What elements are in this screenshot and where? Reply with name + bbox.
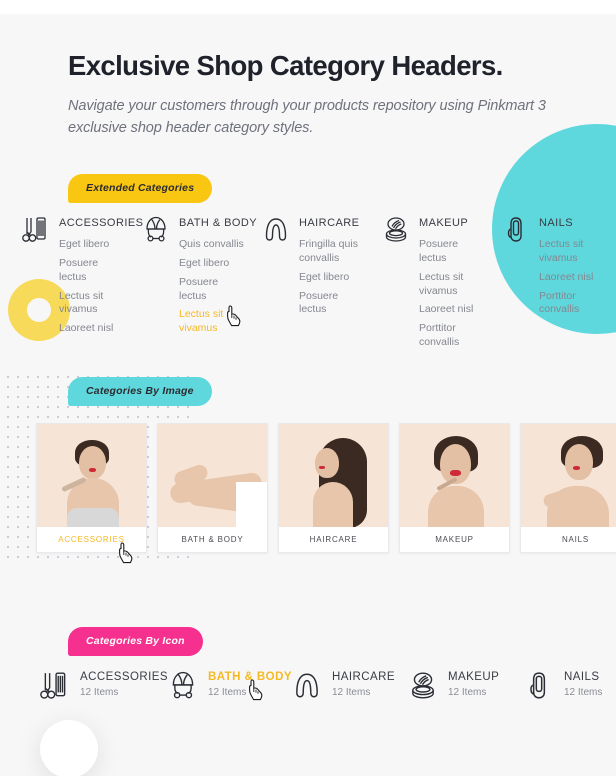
icon-item-count: 12 Items <box>564 687 603 698</box>
icon-item-bath-body[interactable]: BATH & BODY 12 Items <box>168 669 292 725</box>
list-item[interactable]: Eget libero <box>179 257 245 271</box>
icon-item-count: 12 Items <box>447 687 487 698</box>
extended-column-body: NAILS Lectus sit vivamus Laoreet nisl Po… <box>532 214 605 322</box>
category-thumbnail-bath-body <box>158 424 267 527</box>
white-circle-decoration <box>40 720 98 776</box>
image-card-label[interactable]: HAIRCARE <box>279 527 388 552</box>
category-title[interactable]: HAIRCARE <box>299 214 365 229</box>
cursor-extended-bath-body <box>227 305 241 327</box>
icon-item-title[interactable]: ACCESSORIES <box>80 671 168 683</box>
category-thumbnail-makeup <box>400 424 509 527</box>
image-card-makeup[interactable]: MAKEUP <box>399 423 510 553</box>
badge-categories-by-icon: Categories By Icon <box>68 627 203 656</box>
list-item[interactable]: Posuere lectus <box>299 290 365 318</box>
category-item-list: Posuere lectus Lectus sit vivamus Laoree… <box>419 238 485 350</box>
page-header: Exclusive Shop Category Headers. Navigat… <box>68 50 588 139</box>
category-title[interactable]: BATH & BODY <box>179 214 257 229</box>
page-root: Exclusive Shop Category Headers. Navigat… <box>0 0 616 776</box>
category-thumbnail-accessories <box>37 424 146 527</box>
wig-icon <box>292 669 326 708</box>
category-title[interactable]: NAILS <box>539 214 605 229</box>
list-item[interactable]: Eget libero <box>59 238 125 252</box>
extended-column-makeup: MAKEUP Posuere lectus Lectus sit vivamus… <box>382 214 502 348</box>
extended-column-bath-body: BATH & BODY Quis convallis Eget libero P… <box>142 214 262 344</box>
list-item[interactable]: Lectus sit vivamus <box>59 290 125 318</box>
scissors-comb-icon <box>40 669 74 708</box>
fingernail-icon <box>502 214 532 245</box>
icon-item-body: HAIRCARE 12 Items <box>326 669 395 698</box>
icon-item-nails[interactable]: NAILS 12 Items <box>524 669 616 725</box>
icon-item-count: 12 Items <box>80 687 119 698</box>
categories-by-image-section: ACCESSORIES BATH & BODY HAIRCARE MAKEUP … <box>36 423 616 553</box>
icon-item-title[interactable]: HAIRCARE <box>332 671 395 683</box>
icon-item-body: BATH & BODY 12 Items <box>202 669 292 698</box>
list-item[interactable]: Posuere lectus <box>59 257 125 285</box>
category-item-list: Eget libero Posuere lectus Lectus sit vi… <box>59 238 143 336</box>
category-title[interactable]: MAKEUP <box>419 214 485 229</box>
scissors-comb-icon <box>22 214 52 245</box>
icon-item-haircare[interactable]: HAIRCARE 12 Items <box>292 669 408 725</box>
icon-item-title[interactable]: NAILS <box>564 671 602 683</box>
category-thumbnail-haircare <box>279 424 388 527</box>
icon-item-body: ACCESSORIES 12 Items <box>74 669 168 698</box>
icon-item-body: MAKEUP 12 Items <box>442 669 499 698</box>
image-card-label[interactable]: BATH & BODY <box>158 527 267 552</box>
extended-column-body: MAKEUP Posuere lectus Lectus sit vivamus… <box>412 214 485 355</box>
extended-column-body: BATH & BODY Quis convallis Eget libero P… <box>172 214 257 341</box>
extended-column-accessories: ACCESSORIES Eget libero Posuere lectus L… <box>22 214 143 344</box>
page-title: Exclusive Shop Category Headers. <box>68 50 503 81</box>
extended-column-nails: NAILS Lectus sit vivamus Laoreet nisl Po… <box>502 214 616 344</box>
categories-by-icon-section: ACCESSORIES 12 Items BATH & BODY 12 Item… <box>40 669 616 725</box>
cursor-image-accessories <box>119 542 133 564</box>
list-item[interactable]: Lectus sit vivamus <box>419 271 485 299</box>
cursor-icon-bath-body <box>249 679 263 701</box>
image-card-accessories[interactable]: ACCESSORIES <box>36 423 147 553</box>
list-item[interactable]: Fringilla quis convallis <box>299 238 365 266</box>
extended-column-body: HAIRCARE Fringilla quis convallis Eget l… <box>292 214 365 322</box>
image-card-haircare[interactable]: HAIRCARE <box>278 423 389 553</box>
image-card-label[interactable]: NAILS <box>521 527 616 552</box>
list-item[interactable]: Laoreet nisl <box>419 303 485 317</box>
powder-compact-icon <box>382 214 412 245</box>
icon-item-count: 12 Items <box>331 687 371 698</box>
list-item[interactable]: Porttitor convallis <box>539 290 605 318</box>
list-item[interactable]: Eget libero <box>299 271 365 285</box>
category-item-list: Lectus sit vivamus Laoreet nisl Porttito… <box>539 238 605 317</box>
extended-column-body: ACCESSORIES Eget libero Posuere lectus L… <box>52 214 143 341</box>
icon-item-title[interactable]: MAKEUP <box>448 671 499 683</box>
category-title[interactable]: ACCESSORIES <box>59 214 143 229</box>
shower-cap-icon <box>142 214 172 245</box>
powder-compact-icon <box>408 669 442 708</box>
page-canvas: Exclusive Shop Category Headers. Navigat… <box>0 14 616 776</box>
list-item[interactable]: Porttitor convallis <box>419 322 485 350</box>
image-card-nails[interactable]: NAILS <box>520 423 616 553</box>
page-subtitle: Navigate your customers through your pro… <box>68 97 546 136</box>
icon-item-body: NAILS 12 Items <box>558 669 602 698</box>
category-item-list: Quis convallis Eget libero Posuere lectu… <box>179 238 257 336</box>
list-item[interactable]: Laoreet nisl <box>539 271 605 285</box>
list-item[interactable]: Lectus sit vivamus <box>539 238 605 266</box>
category-thumbnail-nails <box>521 424 616 527</box>
shower-cap-icon <box>168 669 202 708</box>
category-item-list: Fringilla quis convallis Eget libero Pos… <box>299 238 365 317</box>
list-item[interactable]: Laoreet nisl <box>59 322 125 336</box>
badge-extended-categories: Extended Categories <box>68 174 213 203</box>
image-card-label[interactable]: MAKEUP <box>400 527 509 552</box>
image-card-bath-body[interactable]: BATH & BODY <box>157 423 268 553</box>
badge-categories-by-image: Categories By Image <box>68 377 212 406</box>
icon-item-makeup[interactable]: MAKEUP 12 Items <box>408 669 524 725</box>
extended-column-haircare: HAIRCARE Fringilla quis convallis Eget l… <box>262 214 382 344</box>
list-item[interactable]: Posuere lectus <box>419 238 485 266</box>
extended-categories-section: ACCESSORIES Eget libero Posuere lectus L… <box>22 214 616 348</box>
icon-item-accessories[interactable]: ACCESSORIES 12 Items <box>40 669 168 725</box>
list-item[interactable]: Posuere lectus <box>179 276 245 304</box>
wig-icon <box>262 214 292 245</box>
list-item[interactable]: Quis convallis <box>179 238 245 252</box>
fingernail-icon <box>524 669 558 708</box>
